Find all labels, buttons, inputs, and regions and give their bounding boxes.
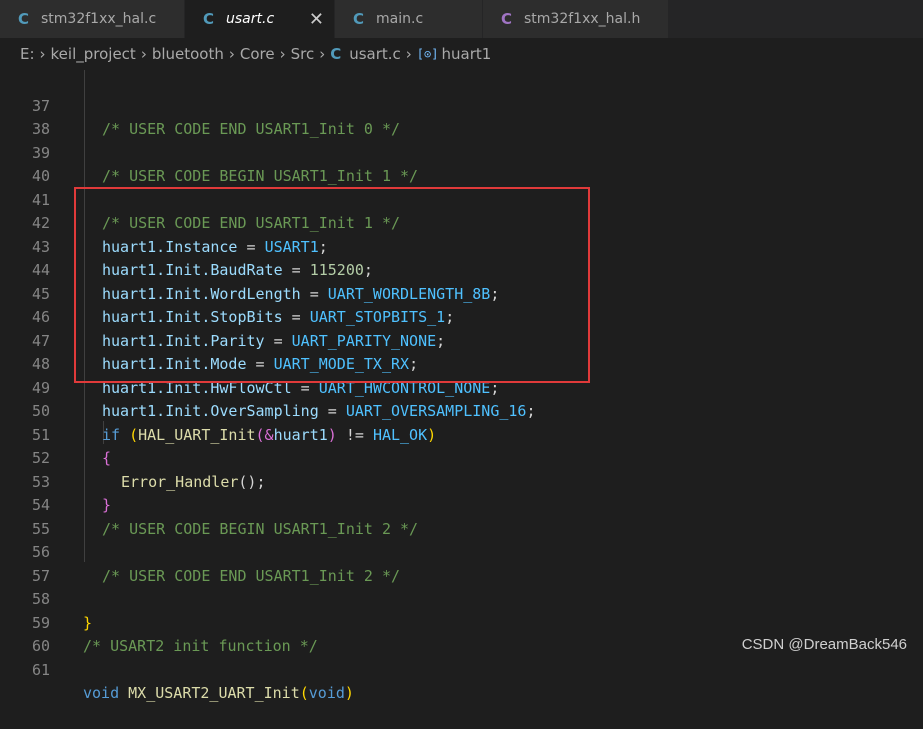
code-line: 58 } [0, 565, 923, 632]
code-line: 52 Error_Handler(); [0, 424, 923, 491]
c-file-icon: C [203, 10, 215, 28]
c-file-icon: C [18, 10, 30, 28]
code-line: 59 /* USART2 init function */ [0, 588, 923, 656]
tab-stm32f1xx-hal-h[interactable]: C stm32f1xx_hal.h [483, 0, 669, 38]
code-line: 57 [0, 541, 923, 585]
close-icon[interactable]: ✕ [309, 9, 324, 30]
chevron-right-icon: › [279, 45, 286, 63]
code-line: 38 [0, 95, 923, 138]
breadcrumb: E: › keil_project › bluetooth › Core › S… [0, 38, 923, 70]
code-punct: ) [344, 684, 354, 702]
chevron-right-icon: › [140, 45, 147, 63]
chevron-right-icon: › [228, 45, 235, 63]
tab-main-c[interactable]: C main.c [335, 0, 483, 38]
highlight-box [74, 187, 590, 383]
chevron-right-icon: › [405, 45, 412, 63]
code-line: 40 [0, 142, 923, 185]
watermark: CSDN @DreamBack546 [741, 636, 907, 653]
code-punct: ( [299, 684, 309, 702]
code-line: 37 /* USER CODE END USART1_Init 0 */ [0, 71, 923, 139]
code-line: 60 [0, 612, 923, 655]
c-header-file-icon: C [501, 10, 513, 28]
tab-stm32f1xx-hal-c[interactable]: C stm32f1xx_hal.c [0, 0, 185, 38]
code-line: 51 { [0, 400, 923, 468]
breadcrumb-item-src[interactable]: Src [291, 45, 315, 63]
tab-label: stm32f1xx_hal.h [524, 11, 641, 27]
code-line: 41 /* USER CODE END USART1_Init 1 */ [0, 165, 923, 233]
tab-label: usart.c [226, 11, 275, 27]
code-line: 39 /* USER CODE BEGIN USART1_Init 1 */ [0, 118, 923, 186]
breadcrumb-item-file[interactable]: usart.c [349, 45, 401, 63]
code-line: 54 /* USER CODE BEGIN USART1_Init 2 */ [0, 471, 923, 538]
variable-symbol-icon: [⊙] [416, 47, 439, 61]
code-line: 55 [0, 494, 923, 538]
breadcrumb-item-symbol[interactable]: huart1 [441, 45, 491, 63]
chevron-right-icon: › [39, 45, 46, 63]
tab-usart-c[interactable]: C usart.c ✕ [185, 0, 335, 38]
breadcrumb-item-drive[interactable]: E: [20, 45, 35, 63]
c-file-icon: C [330, 45, 342, 63]
code-line: 53 } [0, 447, 923, 515]
tab-label: main.c [376, 11, 424, 27]
line-number: 61 [31, 660, 50, 679]
chevron-right-icon: › [319, 45, 326, 63]
code-line: 56 /* USER CODE END USART1_Init 2 */ [0, 518, 923, 585]
breadcrumb-item-keil-project[interactable]: keil_project [51, 45, 136, 63]
breadcrumb-item-bluetooth[interactable]: bluetooth [152, 45, 224, 63]
code-function: MX_USART2_UART_Init [128, 684, 300, 702]
code-keyword: void [83, 684, 120, 702]
tab-label: stm32f1xx_hal.c [41, 11, 157, 27]
breadcrumb-item-core[interactable]: Core [240, 45, 275, 63]
code-keyword: void [308, 684, 345, 702]
c-file-icon: C [353, 10, 365, 28]
tab-bar: C stm32f1xx_hal.c C usart.c ✕ C main.c C… [0, 0, 923, 38]
